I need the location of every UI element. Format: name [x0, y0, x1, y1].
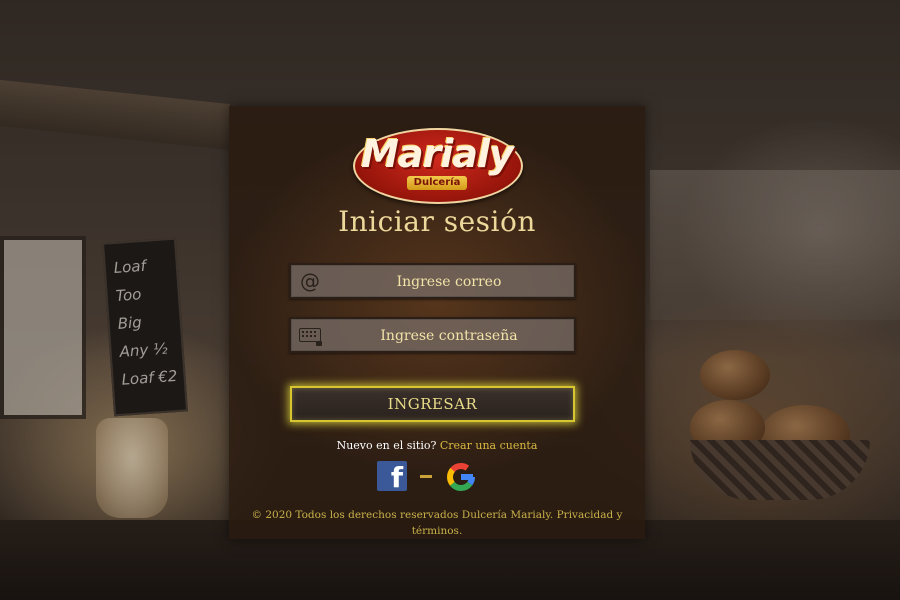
login-button[interactable]: INGRESAR [290, 386, 575, 422]
signup-prompt: Nuevo en el sitio? Crear una cuenta [229, 438, 645, 454]
login-panel: Marialy Dulcería Iniciar sesión @ INGRES… [229, 106, 645, 539]
copyright-text: © 2020 Todos los derechos reservados Dul… [251, 509, 554, 521]
page-title: Iniciar sesión [338, 205, 536, 238]
email-input[interactable] [327, 265, 571, 299]
password-field[interactable] [289, 317, 576, 353]
at-icon: @ [300, 269, 320, 293]
facebook-icon[interactable]: f [377, 461, 407, 491]
signup-question: Nuevo en el sitio? [336, 439, 437, 452]
social-login: f [377, 461, 481, 493]
password-input[interactable] [327, 319, 571, 353]
email-field[interactable]: @ [289, 263, 576, 299]
footer: © 2020 Todos los derechos reservados Dul… [229, 507, 645, 539]
create-account-link[interactable]: Crear una cuenta [440, 439, 538, 452]
google-icon[interactable] [445, 461, 477, 493]
google-logo-graphic [447, 463, 475, 491]
login-page: Loaf Too Big Any ½ Loaf €2 Marialy Dulce… [0, 0, 900, 600]
logo-name: Marialy [361, 132, 514, 176]
logo-subtitle: Dulcería [407, 176, 467, 190]
keyboard-icon [299, 325, 322, 346]
brand-logo: Marialy Dulcería [349, 126, 525, 204]
social-separator [420, 475, 432, 478]
